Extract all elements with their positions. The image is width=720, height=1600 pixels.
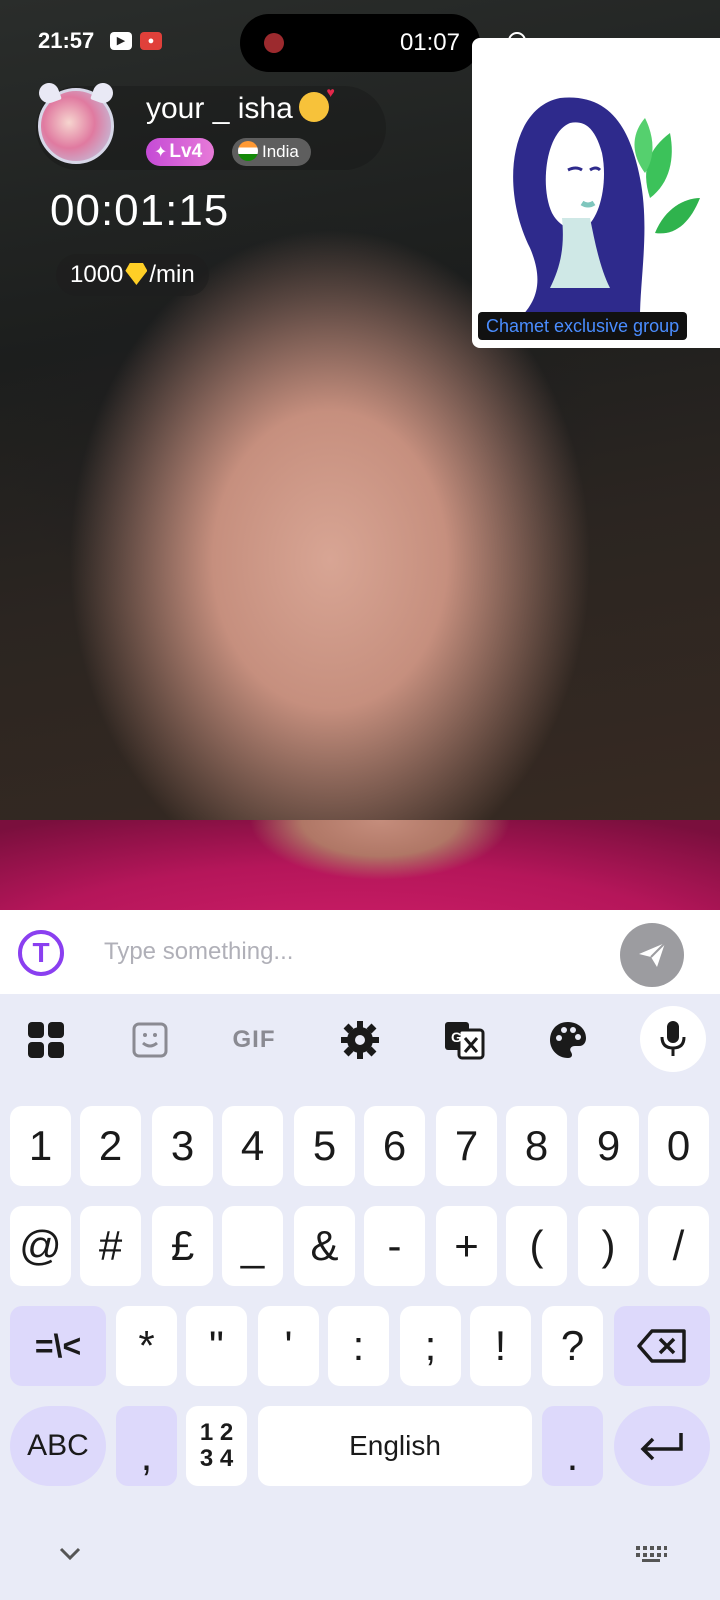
call-rate: 1000/min <box>56 254 209 296</box>
key-at[interactable]: @ <box>10 1206 71 1286</box>
avatar-frame-wing-icon <box>90 80 116 106</box>
abc-key[interactable]: ABC <box>10 1406 106 1486</box>
google-translate-icon[interactable]: G <box>436 1012 492 1068</box>
key-5[interactable]: 5 <box>294 1106 355 1186</box>
woman-leaves-logo-icon <box>513 97 700 318</box>
theme-palette-icon[interactable] <box>540 1012 596 1068</box>
avatar-frame-wing-icon <box>36 80 62 106</box>
india-flag-icon <box>238 141 258 161</box>
key-6[interactable]: 6 <box>364 1106 425 1186</box>
symbols-toggle-key[interactable]: =\< <box>10 1306 106 1386</box>
key-ampersand[interactable]: & <box>294 1206 355 1286</box>
key-exclamation[interactable]: ! <box>470 1306 531 1386</box>
username-row: your _ isha <box>146 84 335 126</box>
key-colon[interactable]: : <box>328 1306 389 1386</box>
status-time: 21:57 <box>38 28 95 53</box>
settings-gear-icon[interactable] <box>332 1012 388 1068</box>
gif-label: GIF <box>232 1026 276 1053</box>
username: your _ isha <box>146 92 293 125</box>
key-comma[interactable]: , <box>116 1406 177 1486</box>
keyboard: GIF G 1 2 3 4 5 6 7 8 9 0 @ # £ _ & - + <box>0 994 720 1600</box>
group-promo-card[interactable]: Chamet exclusive group <box>472 38 720 348</box>
key-slash[interactable]: / <box>648 1206 709 1286</box>
key-minus[interactable]: - <box>364 1206 425 1286</box>
space-key[interactable]: English <box>258 1406 532 1486</box>
key-semicolon[interactable]: ; <box>400 1306 461 1386</box>
apps-grid-icon[interactable] <box>18 1012 74 1068</box>
message-input[interactable] <box>104 928 584 976</box>
key-4[interactable]: 4 <box>222 1106 283 1186</box>
level-text: Lv4 <box>169 141 203 162</box>
key-7[interactable]: 7 <box>436 1106 497 1186</box>
key-underscore[interactable]: _ <box>222 1206 283 1286</box>
key-asterisk[interactable]: * <box>116 1306 177 1386</box>
gif-button[interactable]: GIF <box>226 1012 282 1068</box>
send-button[interactable] <box>620 923 684 987</box>
call-timer: 00:01:15 <box>50 186 230 235</box>
profile-card[interactable]: your _ isha ✦Lv4 India <box>36 80 386 170</box>
sticker-icon[interactable] <box>122 1012 178 1068</box>
microphone-icon[interactable] <box>640 1006 706 1072</box>
keyboard-switch-icon[interactable] <box>634 1544 668 1564</box>
translate-t-icon[interactable]: T <box>18 930 64 976</box>
country-text: India <box>262 142 299 161</box>
numpad-label-bottom: 3 4 <box>199 1445 234 1472</box>
youtube-icon: ▶ <box>110 32 132 50</box>
key-3[interactable]: 3 <box>152 1106 213 1186</box>
key-single-quote[interactable]: ' <box>258 1306 319 1386</box>
rate-unit: /min <box>149 261 195 288</box>
key-pound[interactable]: £ <box>152 1206 213 1286</box>
key-hash[interactable]: # <box>80 1206 141 1286</box>
level-badge: ✦ Lv4 <box>146 138 215 166</box>
backspace-icon <box>637 1329 686 1363</box>
group-label: Chamet exclusive group <box>478 312 688 340</box>
chevron-down-icon[interactable] <box>58 1546 82 1562</box>
key-8[interactable]: 8 <box>506 1106 567 1186</box>
numpad-key[interactable]: 1 2 3 4 <box>186 1406 247 1486</box>
key-close-paren[interactable]: ) <box>578 1206 639 1286</box>
smiling-hearts-emoji-icon <box>298 84 335 122</box>
svg-text:G: G <box>451 1029 462 1045</box>
recording-pill[interactable]: 01:07 <box>240 14 480 72</box>
enter-key[interactable] <box>614 1406 710 1486</box>
key-1[interactable]: 1 <box>10 1106 71 1186</box>
record-dot-icon <box>264 33 284 53</box>
diamond-icon <box>125 263 148 285</box>
keyboard-bottom-bar <box>0 1520 720 1600</box>
country-badge: India <box>232 138 311 166</box>
key-9[interactable]: 9 <box>578 1106 639 1186</box>
chat-bar: T <box>0 910 720 994</box>
key-2[interactable]: 2 <box>80 1106 141 1186</box>
enter-return-icon <box>640 1433 683 1461</box>
numpad-label-top: 1 2 <box>199 1419 234 1446</box>
key-0[interactable]: 0 <box>648 1106 709 1186</box>
send-plane-icon <box>639 942 666 967</box>
sparkle-icon: ✦ <box>154 144 168 161</box>
recording-elapsed: 01:07 <box>399 29 460 56</box>
key-plus[interactable]: + <box>436 1206 497 1286</box>
rate-amount: 1000 <box>70 261 124 288</box>
key-double-quote[interactable]: " <box>186 1306 247 1386</box>
keyboard-toolbar: GIF G <box>0 994 720 1084</box>
key-open-paren[interactable]: ( <box>506 1206 567 1286</box>
video-shirt <box>0 820 720 910</box>
backspace-key[interactable] <box>614 1306 710 1386</box>
key-question[interactable]: ? <box>542 1306 603 1386</box>
avatar[interactable] <box>36 80 116 164</box>
screen-record-icon: ● <box>140 32 162 50</box>
key-period[interactable]: . <box>542 1406 603 1486</box>
